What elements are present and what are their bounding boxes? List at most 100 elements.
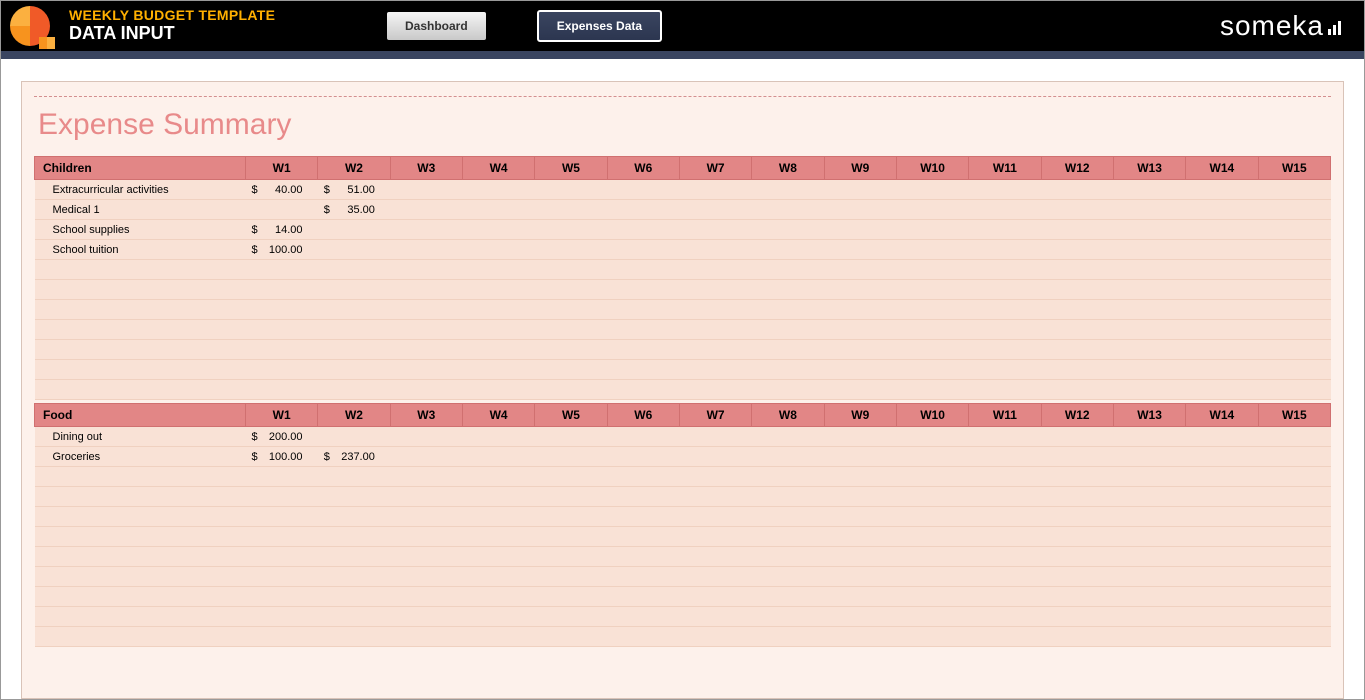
- empty-cell[interactable]: [245, 340, 317, 360]
- cell[interactable]: [679, 180, 751, 200]
- cell[interactable]: [969, 220, 1041, 240]
- cell[interactable]: [1258, 447, 1330, 467]
- cell[interactable]: [390, 240, 462, 260]
- empty-cell[interactable]: [1258, 320, 1330, 340]
- empty-cell[interactable]: [679, 587, 751, 607]
- empty-cell[interactable]: [824, 300, 896, 320]
- cell[interactable]: [318, 220, 390, 240]
- empty-cell[interactable]: [318, 607, 390, 627]
- empty-cell[interactable]: [462, 527, 534, 547]
- cell[interactable]: [824, 240, 896, 260]
- empty-cell[interactable]: [1041, 360, 1113, 380]
- empty-cell[interactable]: [390, 487, 462, 507]
- empty-cell[interactable]: [535, 507, 607, 527]
- empty-cell[interactable]: [679, 487, 751, 507]
- empty-cell[interactable]: [245, 527, 317, 547]
- empty-cell[interactable]: [1113, 627, 1185, 647]
- empty-cell[interactable]: [535, 467, 607, 487]
- empty-cell[interactable]: [535, 527, 607, 547]
- empty-cell[interactable]: [679, 340, 751, 360]
- cell[interactable]: [896, 240, 968, 260]
- empty-cell[interactable]: [1113, 527, 1185, 547]
- empty-cell[interactable]: [679, 627, 751, 647]
- empty-cell[interactable]: [318, 280, 390, 300]
- empty-cell[interactable]: [462, 260, 534, 280]
- empty-cell[interactable]: [1258, 280, 1330, 300]
- empty-cell[interactable]: [752, 487, 824, 507]
- cell[interactable]: [679, 200, 751, 220]
- cell[interactable]: [462, 220, 534, 240]
- empty-cell[interactable]: [462, 340, 534, 360]
- empty-cell[interactable]: [35, 260, 246, 280]
- empty-cell[interactable]: [390, 527, 462, 547]
- empty-cell[interactable]: [1258, 380, 1330, 400]
- empty-cell[interactable]: [752, 340, 824, 360]
- empty-cell[interactable]: [607, 467, 679, 487]
- empty-cell[interactable]: [1258, 527, 1330, 547]
- empty-cell[interactable]: [390, 607, 462, 627]
- cell[interactable]: [1258, 180, 1330, 200]
- empty-cell[interactable]: [824, 320, 896, 340]
- empty-cell[interactable]: [824, 380, 896, 400]
- empty-cell[interactable]: [752, 380, 824, 400]
- cell[interactable]: [969, 200, 1041, 220]
- empty-cell[interactable]: [752, 587, 824, 607]
- empty-cell[interactable]: [1258, 300, 1330, 320]
- empty-cell[interactable]: [969, 280, 1041, 300]
- cell[interactable]: [752, 200, 824, 220]
- empty-cell[interactable]: [824, 360, 896, 380]
- cell[interactable]: [1041, 200, 1113, 220]
- empty-cell[interactable]: [896, 587, 968, 607]
- cell[interactable]: [752, 447, 824, 467]
- empty-cell[interactable]: [35, 300, 246, 320]
- empty-cell[interactable]: [462, 487, 534, 507]
- empty-cell[interactable]: [896, 607, 968, 627]
- empty-cell[interactable]: [245, 380, 317, 400]
- cell[interactable]: [607, 240, 679, 260]
- empty-cell[interactable]: [1113, 340, 1185, 360]
- empty-cell[interactable]: [1186, 567, 1258, 587]
- empty-cell[interactable]: [1041, 280, 1113, 300]
- empty-cell[interactable]: [462, 300, 534, 320]
- empty-cell[interactable]: [679, 280, 751, 300]
- empty-cell[interactable]: [896, 547, 968, 567]
- empty-cell[interactable]: [1258, 627, 1330, 647]
- empty-cell[interactable]: [535, 547, 607, 567]
- cell[interactable]: $ 40.00: [245, 180, 317, 200]
- empty-cell[interactable]: [896, 320, 968, 340]
- empty-cell[interactable]: [245, 260, 317, 280]
- empty-cell[interactable]: [245, 627, 317, 647]
- empty-cell[interactable]: [969, 360, 1041, 380]
- cell[interactable]: [1113, 447, 1185, 467]
- empty-cell[interactable]: [607, 360, 679, 380]
- cell[interactable]: [535, 220, 607, 240]
- empty-cell[interactable]: [752, 567, 824, 587]
- cell[interactable]: [896, 180, 968, 200]
- empty-cell[interactable]: [245, 320, 317, 340]
- empty-cell[interactable]: [969, 627, 1041, 647]
- cell[interactable]: [752, 180, 824, 200]
- empty-cell[interactable]: [896, 627, 968, 647]
- empty-cell[interactable]: [969, 547, 1041, 567]
- cell[interactable]: [607, 427, 679, 447]
- cell[interactable]: [969, 447, 1041, 467]
- empty-cell[interactable]: [679, 567, 751, 587]
- empty-cell[interactable]: [35, 320, 246, 340]
- empty-cell[interactable]: [35, 467, 246, 487]
- empty-cell[interactable]: [390, 380, 462, 400]
- empty-cell[interactable]: [969, 320, 1041, 340]
- cell[interactable]: [824, 427, 896, 447]
- cell[interactable]: [390, 180, 462, 200]
- empty-cell[interactable]: [752, 607, 824, 627]
- cell[interactable]: [535, 427, 607, 447]
- empty-cell[interactable]: [535, 567, 607, 587]
- empty-cell[interactable]: [679, 380, 751, 400]
- empty-cell[interactable]: [1186, 280, 1258, 300]
- cell[interactable]: [679, 427, 751, 447]
- empty-cell[interactable]: [896, 280, 968, 300]
- empty-cell[interactable]: [1186, 320, 1258, 340]
- empty-cell[interactable]: [824, 607, 896, 627]
- empty-cell[interactable]: [1041, 607, 1113, 627]
- cell[interactable]: [1186, 180, 1258, 200]
- empty-cell[interactable]: [824, 467, 896, 487]
